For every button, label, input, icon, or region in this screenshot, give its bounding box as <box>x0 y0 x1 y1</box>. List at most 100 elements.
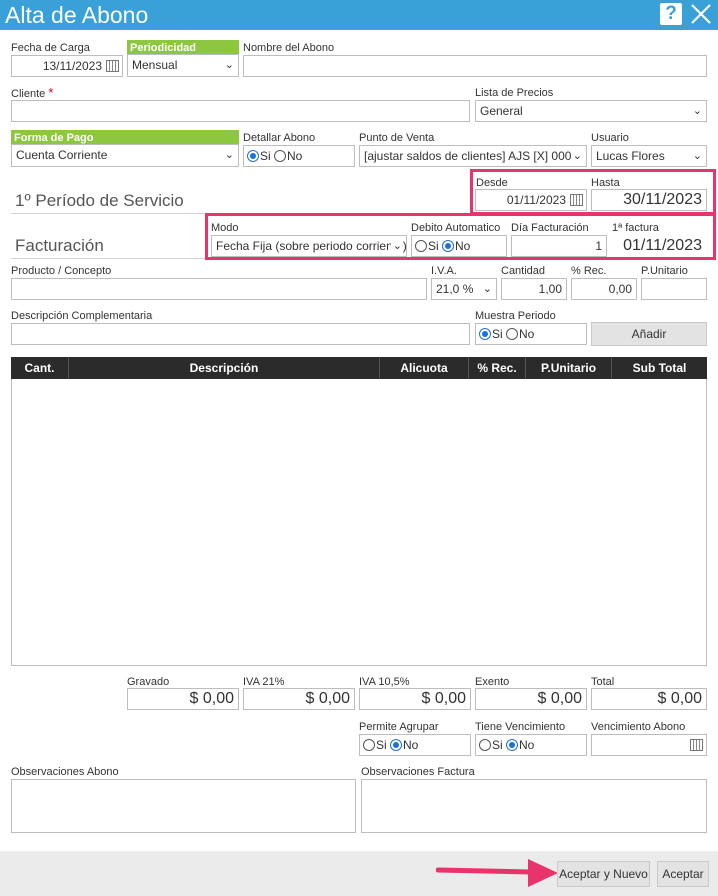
punitario-label: P.Unitario <box>641 265 688 277</box>
cliente-label: Cliente * <box>11 85 54 100</box>
dia-facturacion-label: Día Facturación <box>511 222 589 234</box>
iva105-label: IVA 10,5% <box>359 676 410 688</box>
descripcion-input[interactable] <box>11 323 470 345</box>
muestra-periodo-radio-group[interactable]: Si No <box>475 323 587 345</box>
vencimiento-abono-input[interactable] <box>591 734 707 756</box>
debito-label: Debito Automatico <box>411 222 501 234</box>
iva-select[interactable]: 21,0 % ⌄ <box>431 278 497 300</box>
punitario-input[interactable] <box>641 278 707 300</box>
radio-si-selected[interactable] <box>247 150 259 162</box>
producto-label: Producto / Concepto <box>11 265 112 277</box>
radio-no-selected[interactable] <box>506 739 519 751</box>
radio-si-selected[interactable] <box>479 328 491 340</box>
chevron-down-icon: ⌄ <box>224 149 234 161</box>
radio-no[interactable] <box>274 150 287 162</box>
rec-label: % Rec. <box>571 265 607 277</box>
nombre-abono-input[interactable] <box>243 55 707 77</box>
usuario-label: Usuario <box>591 132 629 144</box>
radio-si[interactable] <box>479 739 491 751</box>
usuario-select[interactable]: Lucas Flores ⌄ <box>591 145 707 167</box>
obs-factura-textarea[interactable] <box>361 779 707 833</box>
section-divider <box>11 258 211 259</box>
items-grid-header: Cant. Descripción Alicuota % Rec. P.Unit… <box>11 357 707 379</box>
forma-pago-select[interactable]: Cuenta Corriente ⌄ <box>11 144 239 167</box>
desde-label: Desde <box>476 177 508 189</box>
chevron-down-icon: ⌄ <box>224 59 234 71</box>
muestra-periodo-label: Muestra Periodo <box>475 310 556 322</box>
total-value: $ 0,00 <box>591 688 707 710</box>
primera-factura-value: 01/11/2023 <box>611 235 707 257</box>
obs-factura-label: Observaciones Factura <box>361 766 475 778</box>
vencimiento-abono-label: Vencimiento Abono <box>591 721 686 733</box>
tiene-vencimiento-label: Tiene Vencimiento <box>475 721 566 733</box>
help-icon[interactable]: ? <box>660 3 682 25</box>
iva105-value: $ 0,00 <box>359 688 471 710</box>
hasta-input[interactable]: 30/11/2023 <box>591 189 707 211</box>
total-label: Total <box>591 676 615 688</box>
dia-facturacion-input[interactable]: 1 <box>511 235 607 257</box>
fecha-carga-label: Fecha de Carga <box>11 42 90 54</box>
radio-no[interactable] <box>506 328 519 340</box>
desde-input[interactable]: 01/11/2023 <box>475 189 587 211</box>
iva21-value: $ 0,00 <box>243 688 355 710</box>
radio-no-selected[interactable] <box>390 739 403 751</box>
obs-abono-textarea[interactable] <box>11 779 356 833</box>
chevron-down-icon: ⌄ <box>482 283 492 295</box>
producto-input[interactable] <box>11 278 427 300</box>
modo-select[interactable]: Fecha Fija (sobre periodo corriente) ⌄ <box>211 235 407 257</box>
tiene-vencimiento-radio-group[interactable]: Si No <box>475 734 587 756</box>
chevron-down-icon: ⌄ <box>390 236 402 256</box>
chevron-down-icon: ⌄ <box>570 146 582 166</box>
chevron-down-icon: ⌄ <box>692 105 702 117</box>
cliente-input[interactable] <box>11 100 470 122</box>
exento-label: Exento <box>475 676 510 688</box>
hasta-label: Hasta <box>591 177 620 189</box>
accept-button[interactable]: Aceptar <box>657 861 709 887</box>
permite-agrupar-label: Permite Agrupar <box>359 721 439 733</box>
accept-and-new-button[interactable]: Aceptar y Nuevo <box>557 861 650 887</box>
arrow-annotation-icon <box>436 859 558 887</box>
obs-abono-label: Observaciones Abono <box>11 766 119 778</box>
gravado-label: Gravado <box>127 676 170 688</box>
detallar-abono-radio-group[interactable]: Si No <box>243 145 355 167</box>
radio-si[interactable] <box>415 240 427 252</box>
lista-precios-select[interactable]: General ⌄ <box>475 100 707 122</box>
cantidad-label: Cantidad <box>501 265 546 277</box>
iva21-label: IVA 21% <box>243 676 285 688</box>
descripcion-label: Descripción Complementaria <box>11 310 153 322</box>
calendar-icon[interactable] <box>690 739 703 751</box>
close-icon[interactable] <box>689 2 713 26</box>
permite-agrupar-radio-group[interactable]: Si No <box>359 734 471 756</box>
window-title: Alta de Abono <box>5 2 149 28</box>
col-subtotal[interactable]: Sub Total <box>612 357 707 379</box>
gravado-value: $ 0,00 <box>127 688 239 710</box>
col-cant[interactable]: Cant. <box>11 357 69 379</box>
calendar-icon[interactable] <box>570 194 583 206</box>
punto-venta-select[interactable]: [ajustar saldos de clientes] AJS [X] 000… <box>359 145 587 167</box>
detallar-abono-label: Detallar Abono <box>243 132 316 144</box>
col-punitario[interactable]: P.Unitario <box>526 357 612 379</box>
calendar-icon[interactable] <box>106 60 119 72</box>
radio-no-selected[interactable] <box>442 240 455 252</box>
add-item-button[interactable]: Añadir <box>591 322 707 346</box>
items-grid-body[interactable] <box>11 379 707 666</box>
modo-label: Modo <box>211 222 239 234</box>
rec-input[interactable]: 0,00 <box>571 278 637 300</box>
lista-precios-label: Lista de Precios <box>475 87 554 99</box>
col-descripcion[interactable]: Descripción <box>69 357 380 379</box>
radio-si[interactable] <box>363 739 375 751</box>
periodicidad-select[interactable]: Mensual ⌄ <box>127 54 239 77</box>
iva-label: I.V.A. <box>431 265 457 277</box>
debito-radio-group[interactable]: Si No <box>411 235 507 257</box>
exento-value: $ 0,00 <box>475 688 587 710</box>
primera-factura-label: 1ª factura <box>612 222 659 234</box>
periodo-servicio-title: 1º Período de Servicio <box>15 191 184 210</box>
cantidad-input[interactable]: 1,00 <box>501 278 567 300</box>
punto-venta-label: Punto de Venta <box>359 132 435 144</box>
nombre-abono-label: Nombre del Abono <box>243 42 335 54</box>
fecha-carga-input[interactable]: 13/11/2023 <box>11 55 123 77</box>
chevron-down-icon: ⌄ <box>692 150 702 162</box>
col-rec[interactable]: % Rec. <box>469 357 526 379</box>
col-alicuota[interactable]: Alicuota <box>380 357 469 379</box>
required-mark: * <box>48 85 54 100</box>
